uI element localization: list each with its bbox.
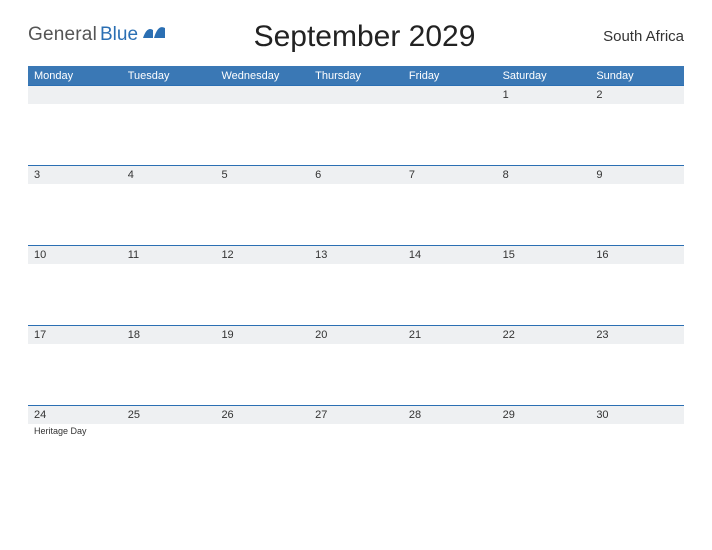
day-cell: 26 — [215, 405, 309, 485]
dow-mon: Monday — [28, 67, 122, 85]
day-cell: 16 — [590, 245, 684, 325]
day-cell: 19 — [215, 325, 309, 405]
day-number: 17 — [28, 325, 122, 344]
day-cell: 30 — [590, 405, 684, 485]
day-cell: 27 — [309, 405, 403, 485]
dow-wed: Wednesday — [215, 67, 309, 85]
day-cell: 14 — [403, 245, 497, 325]
day-number — [215, 85, 309, 104]
day-cell — [122, 85, 216, 165]
day-number: 20 — [309, 325, 403, 344]
region-label: South Africa — [564, 18, 684, 45]
week-row: 24Heritage Day252627282930 — [28, 405, 684, 485]
day-number: 9 — [590, 165, 684, 184]
day-number: 4 — [122, 165, 216, 184]
day-cell — [28, 85, 122, 165]
day-number: 12 — [215, 245, 309, 264]
day-number: 27 — [309, 405, 403, 424]
day-cell: 12 — [215, 245, 309, 325]
day-cell: 24Heritage Day — [28, 405, 122, 485]
dow-sat: Saturday — [497, 67, 591, 85]
day-number: 14 — [403, 245, 497, 264]
week-row: 10111213141516 — [28, 245, 684, 325]
day-cell — [309, 85, 403, 165]
day-number: 28 — [403, 405, 497, 424]
day-number: 5 — [215, 165, 309, 184]
dow-fri: Friday — [403, 67, 497, 85]
day-cell: 7 — [403, 165, 497, 245]
week-row: 17181920212223 — [28, 325, 684, 405]
day-cell: 29 — [497, 405, 591, 485]
day-number — [28, 85, 122, 104]
day-cell: 8 — [497, 165, 591, 245]
header: General Blue September 2029 South Africa — [28, 18, 684, 54]
day-cell — [215, 85, 309, 165]
logo-text-general: General — [28, 24, 97, 46]
day-cell: 10 — [28, 245, 122, 325]
day-cell: 28 — [403, 405, 497, 485]
day-cell: 21 — [403, 325, 497, 405]
day-number: 10 — [28, 245, 122, 264]
day-number: 16 — [590, 245, 684, 264]
day-number: 24 — [28, 405, 122, 424]
day-number — [122, 85, 216, 104]
day-number: 30 — [590, 405, 684, 424]
day-cell: 1 — [497, 85, 591, 165]
day-number: 13 — [309, 245, 403, 264]
day-number: 7 — [403, 165, 497, 184]
day-cell: 4 — [122, 165, 216, 245]
event-label: Heritage Day — [28, 424, 122, 436]
day-cell: 23 — [590, 325, 684, 405]
day-number: 3 — [28, 165, 122, 184]
dow-tue: Tuesday — [122, 67, 216, 85]
logo: General Blue — [28, 18, 165, 46]
weeks-container: 123456789101112131415161718192021222324H… — [28, 85, 684, 485]
calendar: Monday Tuesday Wednesday Thursday Friday… — [28, 66, 684, 485]
day-cell: 13 — [309, 245, 403, 325]
day-number: 26 — [215, 405, 309, 424]
day-number — [403, 85, 497, 104]
day-cell: 11 — [122, 245, 216, 325]
dow-row: Monday Tuesday Wednesday Thursday Friday… — [28, 66, 684, 85]
dow-sun: Sunday — [590, 67, 684, 85]
logo-text-blue: Blue — [100, 24, 138, 46]
logo-wave-icon — [143, 24, 165, 45]
day-number: 15 — [497, 245, 591, 264]
day-number: 1 — [497, 85, 591, 104]
day-number: 19 — [215, 325, 309, 344]
day-number: 23 — [590, 325, 684, 344]
day-number: 2 — [590, 85, 684, 104]
day-cell: 15 — [497, 245, 591, 325]
week-row: 3456789 — [28, 165, 684, 245]
day-cell: 3 — [28, 165, 122, 245]
day-number: 21 — [403, 325, 497, 344]
day-cell: 20 — [309, 325, 403, 405]
day-cell: 6 — [309, 165, 403, 245]
page-title: September 2029 — [165, 18, 564, 54]
week-row: 12 — [28, 85, 684, 165]
day-cell: 2 — [590, 85, 684, 165]
day-number: 11 — [122, 245, 216, 264]
day-cell: 18 — [122, 325, 216, 405]
day-cell: 9 — [590, 165, 684, 245]
day-number: 29 — [497, 405, 591, 424]
day-cell: 5 — [215, 165, 309, 245]
day-cell: 17 — [28, 325, 122, 405]
day-cell: 25 — [122, 405, 216, 485]
day-number: 25 — [122, 405, 216, 424]
day-number: 18 — [122, 325, 216, 344]
day-number — [309, 85, 403, 104]
day-number: 8 — [497, 165, 591, 184]
day-number: 22 — [497, 325, 591, 344]
day-number: 6 — [309, 165, 403, 184]
dow-thu: Thursday — [309, 67, 403, 85]
day-cell — [403, 85, 497, 165]
day-cell: 22 — [497, 325, 591, 405]
